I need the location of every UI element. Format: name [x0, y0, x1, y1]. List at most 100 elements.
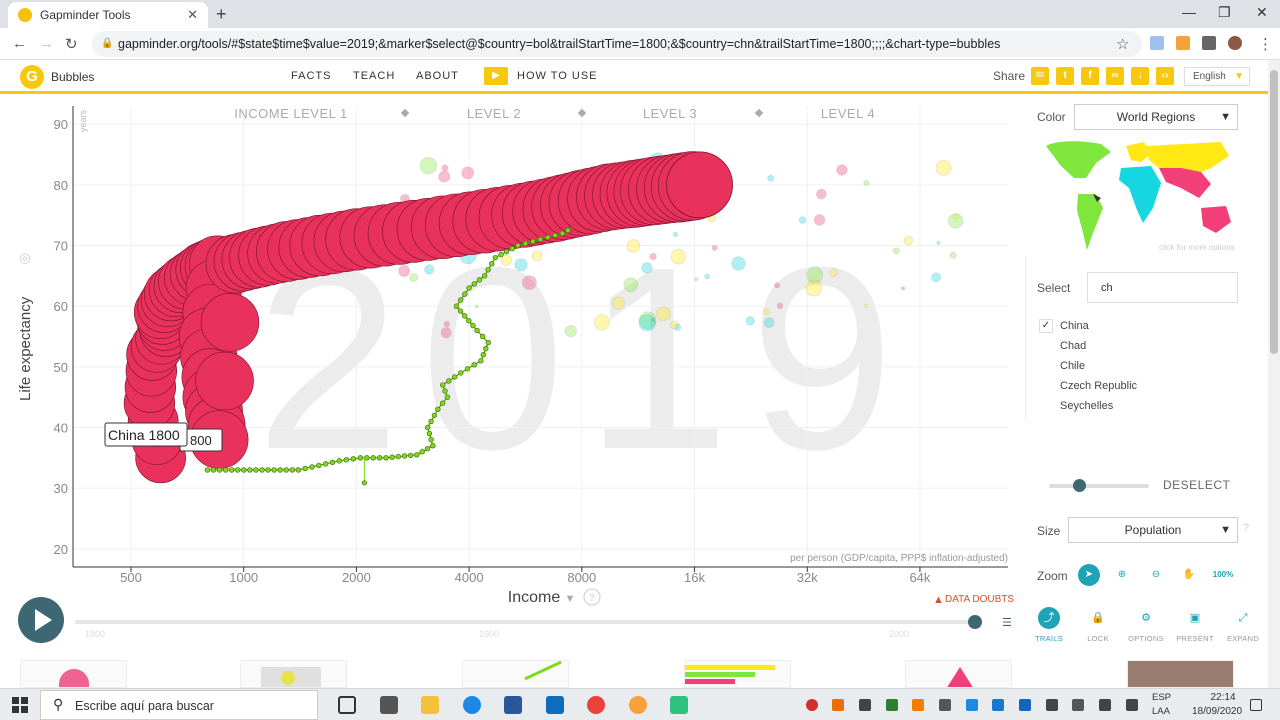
forward-icon[interactable]: → — [39, 35, 54, 52]
opacity-slider-track[interactable] — [1049, 484, 1149, 488]
data-doubts-link[interactable]: DATA DOUBTS — [945, 594, 1014, 605]
wifi-tray-icon[interactable] — [1126, 699, 1138, 711]
notifications-icon[interactable] — [1250, 699, 1262, 711]
gapminder-logo-icon[interactable]: G — [20, 65, 44, 89]
maximize-icon[interactable]: ❐ — [1218, 4, 1231, 21]
close-window-icon[interactable]: ✕ — [1256, 4, 1268, 21]
map-americas-north[interactable] — [1046, 141, 1111, 178]
tool-lock[interactable]: 🔒 LOCK — [1076, 607, 1120, 643]
bubble-chart[interactable]: 2019 INCOME LEVEL 1 LEVEL 2 LEVEL 3 LEVEL 4… — [0, 96, 1020, 646]
timeline-track[interactable] — [75, 620, 975, 624]
taskbar-date[interactable]: 18/09/2020 — [1192, 706, 1242, 717]
thumbnail-pyramid[interactable] — [905, 660, 1012, 688]
taskbar-clock[interactable]: 22:14 — [1199, 692, 1247, 703]
map-note[interactable]: click for more options — [1159, 243, 1235, 252]
extension-key-icon[interactable] — [1176, 36, 1190, 50]
checkbox-czech-republic[interactable] — [1039, 379, 1053, 393]
volume-tray-icon[interactable] — [1099, 699, 1111, 711]
checkbox-chile[interactable] — [1039, 359, 1053, 373]
file-explorer-icon[interactable] — [421, 696, 439, 714]
size-help-icon[interactable]: ? — [1243, 522, 1249, 534]
task-view-icon[interactable] — [338, 696, 356, 714]
back-icon[interactable]: ← — [12, 35, 27, 52]
tray-tool-icon[interactable] — [912, 699, 924, 711]
new-tab-icon[interactable]: + — [216, 4, 227, 25]
menu-how-to-use[interactable]: HOW TO USE — [517, 70, 598, 82]
size-select[interactable]: Population ▼ — [1068, 517, 1238, 543]
tool-present[interactable]: ▣ PRESENT — [1173, 607, 1217, 643]
checkbox-seychelles[interactable] — [1039, 399, 1053, 413]
opacity-slider-handle[interactable] — [1073, 479, 1086, 492]
bookmark-star-icon[interactable]: ☆ — [1116, 35, 1129, 53]
option-china[interactable]: ✓ China — [1039, 317, 1089, 335]
pan-hand-icon[interactable]: ✋ — [1178, 564, 1200, 586]
country-search-input[interactable] — [1087, 272, 1238, 303]
zoom-reset-button[interactable]: 100% — [1212, 564, 1234, 586]
option-czech-republic[interactable]: Czech Republic — [1039, 377, 1137, 395]
record-tray-icon[interactable] — [806, 699, 818, 711]
thumbnail-bars[interactable] — [684, 660, 791, 688]
y-axis-info-icon[interactable]: ◎ — [19, 250, 30, 265]
deselect-button[interactable]: DESELECT — [1163, 478, 1230, 492]
browser-menu-icon[interactable]: ⋮ — [1258, 35, 1273, 53]
share-email-icon[interactable]: ✉ — [1031, 67, 1049, 85]
timeline-options-icon[interactable]: ☰ — [1002, 617, 1012, 629]
microphone-tray-icon[interactable] — [859, 699, 871, 711]
windows-start-icon[interactable] — [12, 697, 28, 713]
extensions-puzzle-icon[interactable] — [1202, 36, 1216, 50]
network-tray-icon[interactable] — [1072, 699, 1084, 711]
share-twitter-icon[interactable]: t — [1056, 67, 1074, 85]
input-layout[interactable]: LAA — [1152, 706, 1170, 717]
edge-icon[interactable] — [463, 696, 481, 714]
map-europe[interactable] — [1126, 142, 1151, 162]
security-tray-icon[interactable] — [886, 699, 898, 711]
play-video-icon[interactable]: ▶ — [484, 67, 508, 85]
store-icon[interactable] — [380, 696, 398, 714]
close-tab-icon[interactable]: ✕ — [187, 7, 198, 23]
taskbar-search-box[interactable]: ⚲ Escribe aquí para buscar — [40, 690, 318, 720]
reload-icon[interactable]: ↻ — [65, 35, 78, 53]
url-field[interactable]: 🔒 gapminder.org/tools/#$state$time$value… — [92, 31, 1142, 57]
scrollbar-thumb[interactable] — [1270, 70, 1278, 354]
map-asia-north[interactable] — [1146, 142, 1229, 172]
checkbox-china[interactable]: ✓ — [1039, 319, 1053, 333]
thumbnail-map[interactable] — [240, 660, 347, 688]
checkbox-chad[interactable] — [1039, 339, 1053, 353]
map-americas-south[interactable] — [1077, 194, 1103, 250]
menu-facts[interactable]: FACTS — [291, 70, 331, 82]
tray-app2-icon[interactable] — [939, 699, 951, 711]
page-scrollbar[interactable] — [1268, 60, 1280, 688]
x-axis-label[interactable]: Income — [508, 589, 561, 606]
thumbnail-mountain[interactable] — [20, 660, 127, 688]
map-africa[interactable] — [1119, 166, 1161, 223]
map-asia-south[interactable] — [1159, 168, 1211, 198]
settings-app-icon[interactable] — [629, 696, 647, 714]
app-title[interactable]: Bubbles — [51, 70, 94, 84]
share-facebook-icon[interactable]: f — [1081, 67, 1099, 85]
zoom-out-icon[interactable]: ⊖ — [1145, 564, 1167, 586]
language-select[interactable]: English ▼ — [1184, 67, 1250, 86]
y-axis-label[interactable]: Life expectancy — [17, 296, 34, 401]
map-oceania[interactable] — [1201, 206, 1231, 233]
menu-about[interactable]: ABOUT — [416, 70, 459, 82]
bluetooth-tray-icon[interactable] — [992, 699, 1004, 711]
mail-icon[interactable] — [546, 696, 564, 714]
tray-app3-icon[interactable] — [966, 699, 978, 711]
tool-expand[interactable]: ⤢ EXPAND — [1221, 607, 1265, 643]
thumbnail-line[interactable] — [462, 660, 569, 688]
input-language[interactable]: ESP — [1152, 692, 1171, 703]
app-icon[interactable] — [670, 696, 688, 714]
download-icon[interactable]: ↓ — [1131, 67, 1149, 85]
color-select[interactable]: World Regions ▼ — [1074, 104, 1238, 130]
chrome-icon[interactable] — [587, 696, 605, 714]
tool-trails[interactable]: ⤴ TRAILS — [1027, 607, 1071, 643]
embed-code-icon[interactable]: ‹› — [1156, 67, 1174, 85]
timeline-handle[interactable] — [968, 615, 982, 629]
share-link-icon[interactable]: ∞ — [1106, 67, 1124, 85]
word-icon[interactable] — [504, 696, 522, 714]
world-regions-map[interactable] — [1041, 138, 1236, 253]
menu-teach[interactable]: TEACH — [353, 70, 395, 82]
option-chad[interactable]: Chad — [1039, 337, 1086, 355]
tool-options[interactable]: ⚙ OPTIONS — [1124, 607, 1168, 643]
pointer-tool-icon[interactable]: ➤ — [1078, 564, 1100, 586]
